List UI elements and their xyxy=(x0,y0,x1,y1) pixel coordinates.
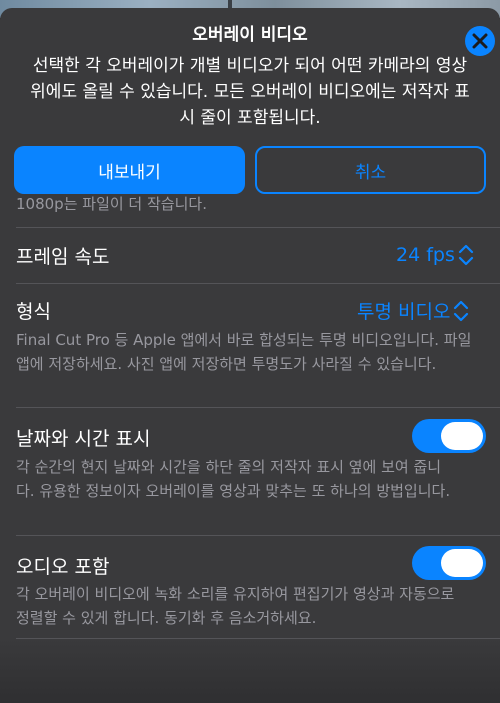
cancel-button[interactable]: 취소 xyxy=(255,146,486,194)
close-icon xyxy=(472,33,488,49)
toggle-knob xyxy=(441,549,483,577)
datetime-toggle[interactable] xyxy=(412,419,486,453)
audio-caption: 각 오버레이 비디오에 녹화 소리를 유지하여 편집기가 영상과 자동으로 정렬… xyxy=(16,585,455,627)
sheet-bottom xyxy=(0,638,500,703)
frame-rate-label: 프레임 속도 xyxy=(16,246,110,268)
close-button[interactable] xyxy=(465,26,495,56)
divider xyxy=(16,535,500,536)
divider xyxy=(16,407,500,408)
divider xyxy=(16,283,500,284)
format-caption: Final Cut Pro 등 Apple 앱에서 바로 합성되는 투명 비디오… xyxy=(16,331,472,373)
sheet-title: 오버레이 비디오 xyxy=(192,25,308,45)
frame-rate-picker[interactable]: 24 fps xyxy=(396,242,475,268)
sheet-description: 선택한 각 오버레이가 개별 비디오가 되어 어떤 카메라의 영상 위에도 올릴… xyxy=(30,56,470,128)
divider xyxy=(16,638,500,639)
audio-label: 오디오 포함 xyxy=(16,556,110,578)
chevron-up-down-icon xyxy=(458,244,473,266)
format-picker[interactable]: 투명 비디오 xyxy=(357,297,470,324)
datetime-label: 날짜와 시간 표시 xyxy=(16,428,151,450)
audio-toggle[interactable] xyxy=(412,546,486,580)
resolution-caption: 1080p는 파일이 더 작습니다. xyxy=(16,195,207,213)
format-value: 투명 비디오 xyxy=(357,301,451,323)
export-button[interactable]: 내보내기 xyxy=(14,146,245,194)
overlay-video-sheet: 오버레이 비디오 선택한 각 오버레이가 개별 비디오가 되어 어떤 카메라의 … xyxy=(0,8,500,703)
toggle-knob xyxy=(441,422,483,450)
frame-rate-value: 24 fps xyxy=(396,244,455,266)
backdrop: 오버레이 비디오 선택한 각 오버레이가 개별 비디오가 되어 어떤 카메라의 … xyxy=(0,0,500,703)
datetime-caption: 각 순간의 현지 날짜와 시간을 하단 줄의 저작자 표시 옆에 보여 줍니다.… xyxy=(16,458,451,500)
divider xyxy=(16,227,500,228)
format-label: 형식 xyxy=(16,301,51,323)
chevron-up-down-icon xyxy=(454,300,469,321)
